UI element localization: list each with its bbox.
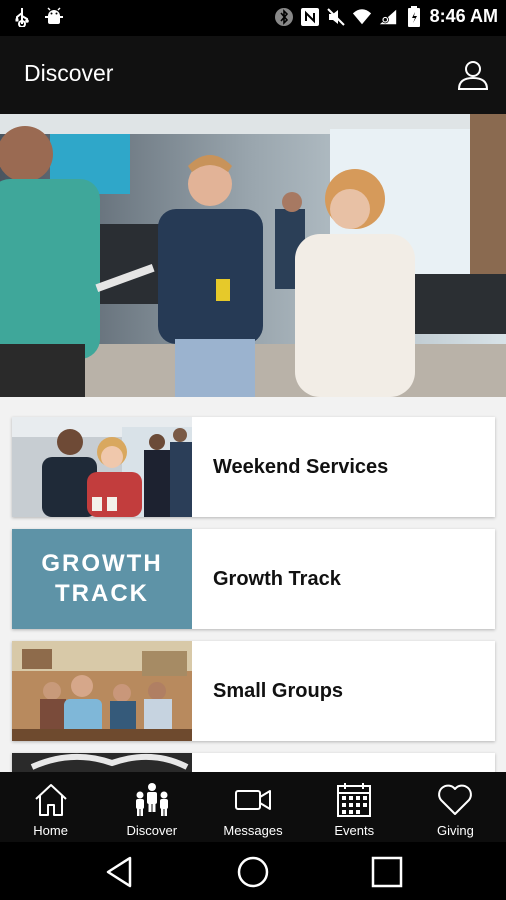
hero-image	[0, 114, 506, 397]
heart-icon	[438, 784, 473, 815]
tab-label: Messages	[223, 823, 283, 838]
bluetooth-icon	[274, 7, 294, 27]
status-bar: 8:46 AM	[0, 0, 506, 36]
tab-giving[interactable]: Giving	[405, 772, 506, 842]
person-icon	[457, 61, 489, 90]
small-groups-thumbnail	[12, 641, 192, 741]
system-navigation-bar	[0, 842, 506, 900]
back-button[interactable]	[102, 854, 138, 890]
tab-label: Giving	[436, 823, 474, 838]
card-growth-track[interactable]: GROWTH TRACK Growth Track	[12, 529, 495, 629]
tab-label: Home	[33, 823, 68, 838]
weekend-services-thumbnail	[12, 417, 192, 517]
tab-label: Discover	[126, 823, 178, 838]
people-icon	[135, 783, 168, 816]
home-icon	[34, 784, 67, 816]
card-label: Small Groups	[213, 679, 344, 702]
back-triangle-icon	[106, 856, 132, 888]
discover-content[interactable]: Weekend Services GROWTH TRACK Growth Tra…	[0, 114, 506, 772]
thumb-text-line1: GROWTH	[41, 550, 163, 577]
nfc-icon	[300, 7, 320, 27]
mute-icon	[326, 7, 346, 27]
calendar-icon	[337, 783, 372, 817]
tab-events[interactable]: Events	[304, 772, 405, 842]
partial-thumbnail	[12, 753, 192, 772]
bottom-tab-bar: Home Discover Messages Events Giving	[0, 772, 506, 842]
wifi-icon	[352, 7, 372, 27]
tab-messages[interactable]: Messages	[202, 772, 303, 842]
tab-label: Events	[334, 823, 375, 838]
android-debug-icon	[44, 7, 64, 27]
page-title: Discover	[24, 60, 114, 86]
home-circle-icon	[237, 856, 269, 888]
card-label: Growth Track	[213, 567, 341, 590]
status-time: 8:46 AM	[429, 6, 498, 26]
app-bar: Discover	[0, 36, 506, 114]
growth-track-thumbnail: GROWTH TRACK	[12, 529, 192, 629]
tab-discover[interactable]: Discover	[101, 772, 202, 842]
card-small-groups[interactable]: Small Groups	[12, 641, 495, 741]
thumb-text-line2: TRACK	[55, 580, 149, 607]
battery-icon	[404, 5, 424, 27]
recents-square-icon	[371, 856, 403, 888]
cellular-icon	[378, 7, 398, 27]
recents-button[interactable]	[369, 854, 405, 890]
profile-button[interactable]	[456, 58, 490, 92]
card-label: Weekend Services	[213, 455, 389, 478]
home-button[interactable]	[235, 854, 271, 890]
tab-home[interactable]: Home	[0, 772, 101, 842]
usb-icon	[12, 7, 32, 27]
card-partial[interactable]	[12, 753, 495, 772]
card-weekend-services[interactable]: Weekend Services	[12, 417, 495, 517]
video-icon	[235, 790, 271, 810]
